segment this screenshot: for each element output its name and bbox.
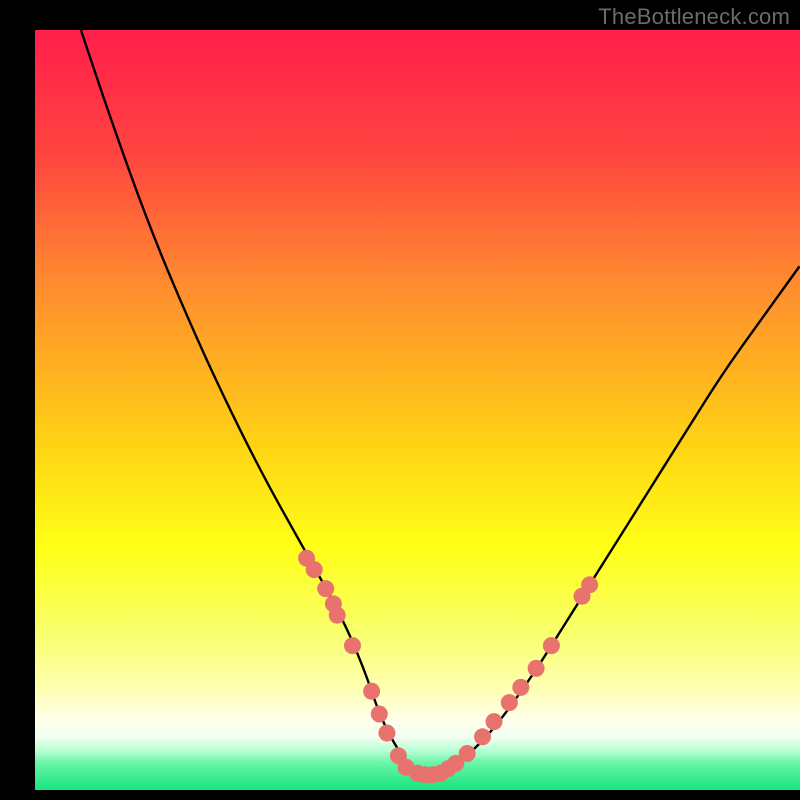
- marker-dot: [581, 576, 598, 593]
- marker-dot: [363, 683, 380, 700]
- plot-background: [35, 30, 800, 790]
- marker-dot: [306, 561, 323, 578]
- marker-dot: [317, 580, 334, 597]
- marker-dot: [501, 694, 518, 711]
- marker-dot: [344, 637, 361, 654]
- marker-dot: [371, 706, 388, 723]
- marker-dot: [486, 713, 503, 730]
- marker-dot: [528, 660, 545, 677]
- marker-dot: [459, 745, 476, 762]
- marker-dot: [329, 607, 346, 624]
- marker-dot: [378, 725, 395, 742]
- marker-dot: [474, 728, 491, 745]
- marker-dot: [512, 679, 529, 696]
- bottleneck-chart: [0, 0, 800, 800]
- watermark-text: TheBottleneck.com: [598, 4, 790, 30]
- marker-dot: [543, 637, 560, 654]
- chart-frame: TheBottleneck.com: [0, 0, 800, 800]
